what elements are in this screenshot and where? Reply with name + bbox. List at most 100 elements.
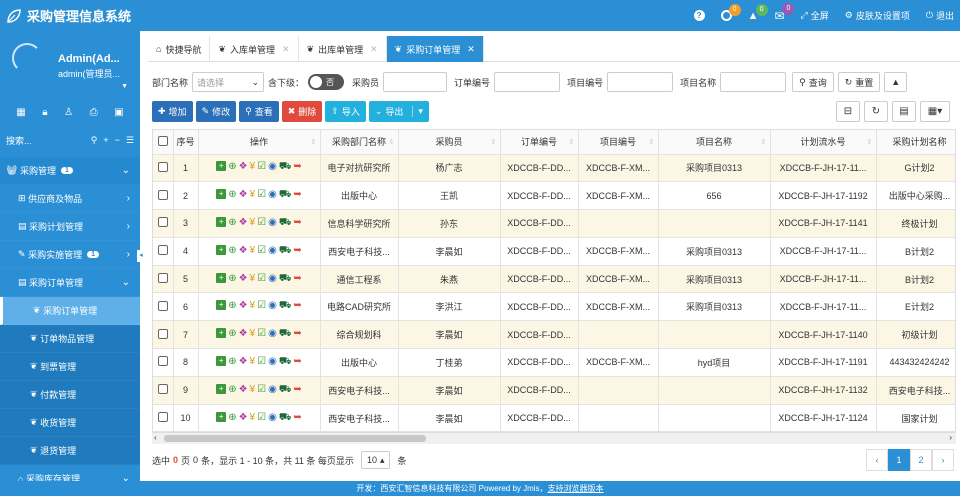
- tag-icon[interactable]: ❖: [239, 245, 248, 258]
- refresh-button[interactable]: ↻: [864, 101, 888, 122]
- scroll-thumb[interactable]: [164, 435, 426, 442]
- bell-button[interactable]: ▲ 0: [748, 3, 768, 22]
- yen-icon[interactable]: ¥: [250, 384, 256, 397]
- eye-icon[interactable]: ◉: [268, 217, 277, 230]
- row-checkbox-cell[interactable]: [153, 209, 174, 238]
- settings-button[interactable]: ⚙ 皮肤及设置项: [845, 9, 910, 22]
- add-button[interactable]: ✚ 增加: [152, 101, 193, 122]
- zoom-icon[interactable]: ⊕: [228, 189, 236, 202]
- checkbox[interactable]: [157, 189, 168, 200]
- header-buyer[interactable]: 采购员 ⇕: [398, 130, 501, 155]
- check-icon[interactable]: ☑: [257, 189, 266, 202]
- header-proj-no[interactable]: 项目编号 ⇕: [578, 130, 659, 155]
- tab-stock-out[interactable]: ❦ 出库单管理 ✕: [299, 36, 387, 62]
- add-icon[interactable]: +: [216, 411, 227, 422]
- zoom-icon[interactable]: ⊕: [228, 273, 236, 286]
- header-proj-name[interactable]: 项目名称 ⇕: [658, 130, 771, 155]
- add-icon[interactable]: +: [216, 189, 227, 200]
- browser-support-link[interactable]: 支持浏览器版本: [548, 484, 604, 493]
- tag-icon[interactable]: ❖: [239, 412, 248, 425]
- reset-button[interactable]: ↻ 重置: [837, 72, 881, 92]
- table-row[interactable]: 6 + ⊕ ❖ ¥ ☑ ◉ ⛟ ➥ 电路CAD研究所 李洪江 XDCCB-F-DD... XDCCB-F…: [153, 292, 955, 322]
- scroll-right-icon[interactable]: ›: [949, 433, 952, 442]
- close-icon[interactable]: ✕: [370, 44, 378, 55]
- table-row[interactable]: 7 + ⊕ ❖ ¥ ☑ ◉ ⛟ ➥ 综合规划科 李晨如 XDCCB-F-DD... XDCCB-F-JH…: [153, 320, 955, 350]
- table-row[interactable]: 3 + ⊕ ❖ ¥ ☑ ◉ ⛟ ➥ 信息科学研究所 孙东 XDCCB-F-DD... XDCCB-F-J…: [153, 209, 955, 238]
- zoom-icon[interactable]: ⊕: [228, 217, 236, 230]
- collapse-filter-button[interactable]: ▲: [884, 72, 908, 92]
- minus-icon[interactable]: −: [115, 135, 120, 145]
- row-checkbox-cell[interactable]: [153, 320, 174, 350]
- checkbox[interactable]: [157, 300, 168, 311]
- truck-icon[interactable]: ⛟: [279, 328, 292, 341]
- check-icon[interactable]: ☑: [257, 356, 266, 369]
- tag-icon[interactable]: ❖: [239, 300, 248, 313]
- table-row[interactable]: 10 + ⊕ ❖ ¥ ☑ ◉ ⛟ ➥ 西安电子科技... 李晨如 XDCCB-F-DD... XDCCB…: [153, 404, 955, 433]
- yen-icon[interactable]: ¥: [250, 328, 256, 341]
- caret-down-icon[interactable]: ▼: [121, 83, 128, 90]
- check-icon[interactable]: ☑: [257, 412, 266, 425]
- tag-icon[interactable]: ❖: [239, 217, 248, 230]
- menu-item-return[interactable]: ❦ 退货管理: [0, 437, 140, 465]
- close-icon[interactable]: ✕: [282, 44, 290, 55]
- row-checkbox-cell[interactable]: [153, 376, 174, 405]
- eye-icon[interactable]: ◉: [268, 245, 277, 258]
- yen-icon[interactable]: ¥: [250, 189, 256, 202]
- return-icon[interactable]: ➥: [293, 328, 301, 341]
- return-icon[interactable]: ➥: [293, 161, 301, 174]
- page-2-button[interactable]: 2: [910, 449, 932, 471]
- truck-icon[interactable]: ⛟: [279, 356, 292, 369]
- return-icon[interactable]: ➥: [293, 412, 301, 425]
- menu-item-order-manage[interactable]: ❦ 采购订单管理: [0, 297, 140, 325]
- checkbox[interactable]: [157, 273, 168, 284]
- eye-icon[interactable]: ◉: [268, 300, 277, 313]
- user-icon[interactable]: ♙: [64, 107, 73, 118]
- columns-button[interactable]: ▦▾: [920, 101, 950, 122]
- zoom-icon[interactable]: ⊕: [228, 161, 236, 174]
- fullscreen-button[interactable]: ⤢ 全屏: [801, 9, 829, 22]
- check-icon[interactable]: ☑: [257, 384, 266, 397]
- menu-item-supplier[interactable]: ⊞ 供应商及物品 ›: [0, 185, 140, 213]
- table-row[interactable]: 8 + ⊕ ❖ ¥ ☑ ◉ ⛟ ➥ 出版中心 丁桂弟 XDCCB-F-DD... XDCCB-F-XM.…: [153, 348, 955, 377]
- proj-no-input[interactable]: [607, 72, 674, 92]
- return-icon[interactable]: ➥: [293, 384, 301, 397]
- table-row[interactable]: 2 + ⊕ ❖ ¥ ☑ ◉ ⛟ ➥ 出版中心 王凯 XDCCB-F-DD... XDCCB-F-XM..…: [153, 181, 955, 211]
- eye-icon[interactable]: ◉: [268, 412, 277, 425]
- mail-button[interactable]: ✉ 0: [774, 2, 795, 23]
- header-order-no[interactable]: 订单编号 ⇕: [500, 130, 579, 155]
- user-panel[interactable]: Admin(Ad... admin(管理员... ▼: [0, 31, 140, 93]
- menu-item-stock[interactable]: ⌂ 采购库存管理 ⌄: [0, 465, 140, 481]
- truck-icon[interactable]: ⛟: [279, 300, 292, 313]
- add-icon[interactable]: +: [216, 161, 227, 172]
- eye-icon[interactable]: ◉: [268, 356, 277, 369]
- row-checkbox-cell[interactable]: [153, 154, 174, 183]
- sidebar-search[interactable]: 搜索... ⚲ + − ☰: [0, 129, 140, 151]
- next-page-button[interactable]: ›: [932, 449, 954, 471]
- yen-icon[interactable]: ¥: [250, 217, 256, 230]
- menu-item-payment[interactable]: ❦ 付款管理: [0, 381, 140, 409]
- yen-icon[interactable]: ¥: [250, 300, 256, 313]
- row-checkbox-cell[interactable]: [153, 348, 174, 377]
- row-checkbox-cell[interactable]: [153, 292, 174, 322]
- menu-item-receive[interactable]: ❦ 收货管理: [0, 409, 140, 437]
- zoom-icon[interactable]: ⊕: [228, 245, 236, 258]
- plus-icon[interactable]: +: [103, 135, 108, 145]
- check-icon[interactable]: ☑: [257, 161, 266, 174]
- view-button[interactable]: ⚲ 查看: [239, 101, 279, 122]
- add-icon[interactable]: +: [216, 272, 227, 283]
- tab-purchase-order[interactable]: ❦ 采购订单管理 ✕: [386, 36, 484, 62]
- truck-icon[interactable]: ⛟: [279, 161, 292, 174]
- row-checkbox-cell[interactable]: [153, 237, 174, 266]
- truck-icon[interactable]: ⛟: [279, 189, 292, 202]
- checkbox[interactable]: [157, 384, 168, 395]
- check-icon[interactable]: ☑: [257, 300, 266, 313]
- menu-item-order-goods[interactable]: ❦ 订单物品管理: [0, 325, 140, 353]
- eye-icon[interactable]: ◉: [268, 384, 277, 397]
- yen-icon[interactable]: ¥: [250, 245, 256, 258]
- menu-item-purchase[interactable]: 🧺︎ 采购管理 1 ⌄: [0, 157, 140, 185]
- zoom-icon[interactable]: ⊕: [228, 300, 236, 313]
- checkbox[interactable]: [157, 245, 168, 256]
- sub-toggle[interactable]: 否: [308, 74, 345, 90]
- table-row[interactable]: 1 + ⊕ ❖ ¥ ☑ ◉ ⛟ ➥ 电子对抗研究所 杨广志 XDCCB-F-DD... XDCCB-F-…: [153, 154, 955, 183]
- add-icon[interactable]: +: [216, 328, 227, 339]
